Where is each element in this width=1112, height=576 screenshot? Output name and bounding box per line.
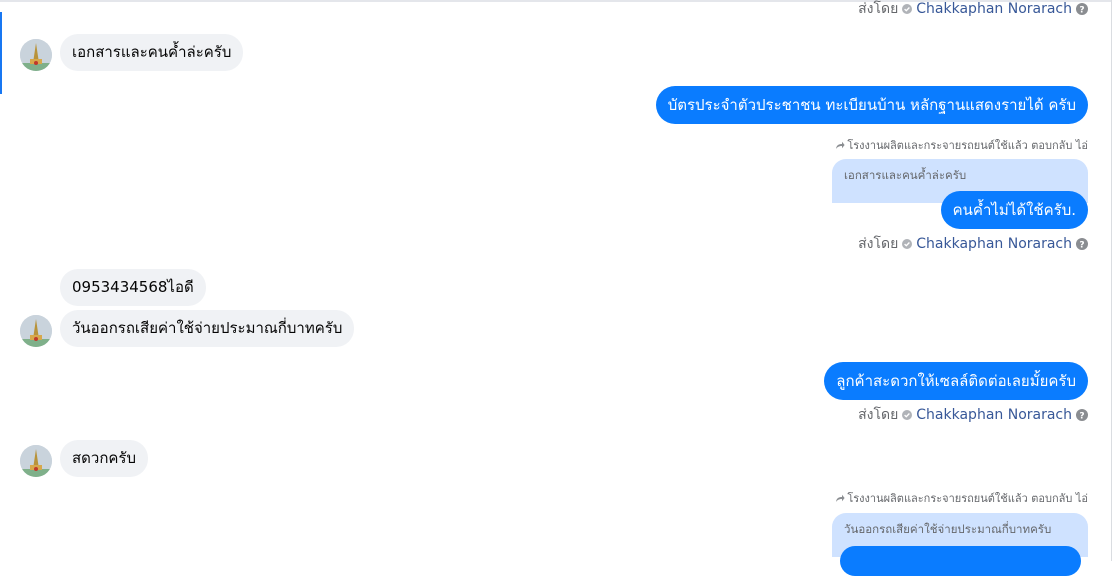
sent-by-prefix: ส่งโดย — [858, 1, 899, 17]
reply-arrow-icon — [835, 141, 845, 150]
sender-name-link[interactable]: Chakkaphan Norarach — [916, 236, 1072, 252]
sent-by-line: ส่งโดย Chakkaphan Norarach ? — [858, 235, 1088, 253]
outgoing-message[interactable]: บัตรประจำตัวประชาชน ทะเบียนบ้าน หลักฐานแ… — [655, 86, 1088, 124]
sent-by-line: ส่งโดย Chakkaphan Norarach ? — [858, 406, 1088, 424]
reply-note: โรงงานผลิตและกระจายรถยนต์ใช้แล้ว ตอบกลับ… — [835, 137, 1088, 153]
sender-name-link[interactable]: Chakkaphan Norarach — [916, 407, 1072, 423]
verified-check-icon — [902, 239, 913, 249]
sent-by-line: ส่งโดย Chakkaphan Norarach ? — [858, 0, 1088, 18]
sender-avatar[interactable] — [20, 315, 52, 347]
incoming-message[interactable]: 0953434568ไอดี — [60, 269, 206, 306]
verified-check-icon — [902, 410, 913, 420]
incoming-message[interactable]: สดวกครับ — [60, 440, 149, 477]
verified-check-icon — [902, 4, 913, 14]
reply-note: โรงงานผลิตและกระจายรถยนต์ใช้แล้ว ตอบกลับ… — [835, 490, 1088, 506]
sent-by-prefix: ส่งโดย — [858, 236, 899, 252]
outgoing-message[interactable]: คนค้ำไม่ได้ใช้ครับ. — [940, 191, 1088, 229]
incoming-message[interactable]: เอกสารและคนค้ำล่ะครับ — [60, 34, 244, 71]
selection-indicator — [0, 12, 2, 94]
sender-avatar[interactable] — [20, 39, 52, 71]
question-circle-icon[interactable]: ? — [1076, 238, 1088, 250]
outgoing-message-clipped[interactable] — [840, 546, 1081, 576]
sent-by-prefix: ส่งโดย — [858, 407, 899, 423]
reply-note-text: โรงงานผลิตและกระจายรถยนต์ใช้แล้ว ตอบกลับ… — [847, 139, 1088, 152]
reply-arrow-icon — [835, 494, 845, 503]
sender-avatar[interactable] — [20, 445, 52, 477]
reply-note-text: โรงงานผลิตและกระจายรถยนต์ใช้แล้ว ตอบกลับ… — [847, 492, 1088, 505]
sender-name-link[interactable]: Chakkaphan Norarach — [916, 1, 1072, 17]
svg-text:?: ? — [1079, 240, 1084, 250]
question-circle-icon[interactable]: ? — [1076, 409, 1088, 421]
svg-text:?: ? — [1079, 411, 1084, 421]
incoming-message[interactable]: วันออกรถเสียค่าใช้จ่ายประมาณกี่บาทครับ — [60, 310, 355, 347]
svg-text:?: ? — [1079, 5, 1084, 15]
outgoing-message[interactable]: ลูกค้าสะดวกให้เซลล์ติดต่อเลยมั้ยครับ — [824, 362, 1088, 400]
question-circle-icon[interactable]: ? — [1076, 3, 1088, 15]
